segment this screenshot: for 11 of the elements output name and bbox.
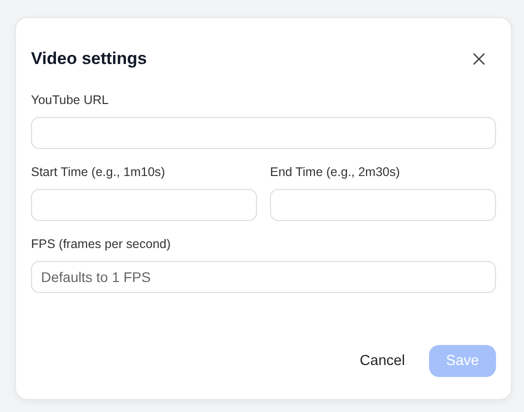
input-field[interactable] xyxy=(31,189,257,221)
field-label: End Time (e.g., 2m30s) xyxy=(270,165,401,179)
input-field[interactable]: Defaults to 1 FPS xyxy=(31,261,496,293)
close-icon[interactable] xyxy=(472,52,486,66)
input-field[interactable] xyxy=(270,189,496,221)
field-label: YouTube URL xyxy=(31,93,110,107)
cancel-button[interactable]: Cancel xyxy=(360,353,405,369)
field-label: Start Time (e.g., 1m10s) xyxy=(31,165,166,179)
dialog-title: Video settings xyxy=(31,49,147,69)
input-field[interactable] xyxy=(31,117,496,149)
field-label: FPS (frames per second) xyxy=(31,237,172,251)
